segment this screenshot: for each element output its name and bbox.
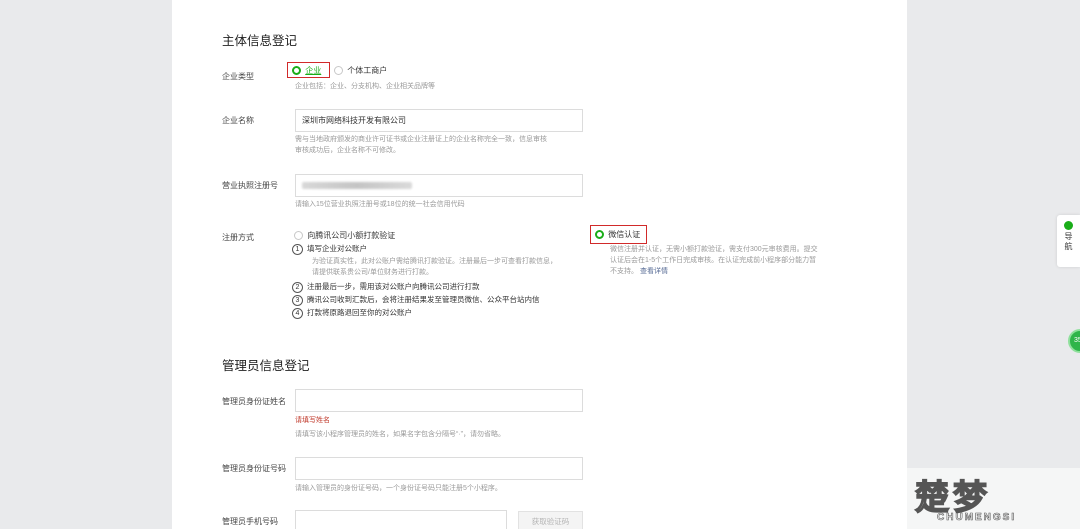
step-4: 4 打款将原路退回至你的对公账户 bbox=[292, 307, 412, 319]
license-input[interactable] bbox=[295, 174, 583, 197]
admin-name-label: 管理员身份证姓名 bbox=[222, 397, 286, 406]
company-type-hint: 企业包括：企业、分支机构、企业相关品牌等 bbox=[295, 83, 435, 90]
company-name-value: 深圳市网络科技开发有限公司 bbox=[302, 116, 406, 125]
admin-id-hint: 请输入管理员的身份证号码，一个身份证号码只能注册5个小程序。 bbox=[295, 485, 502, 492]
admin-section-title: 管理员信息登记 bbox=[222, 359, 310, 373]
license-blurred-value bbox=[302, 182, 412, 189]
step-number: 1 bbox=[292, 243, 303, 255]
registration-panel: 主体信息登记 企业类型 企业 个体工商户 企业包括：企业、分支机构、企业相关品牌… bbox=[172, 0, 907, 529]
company-name-input[interactable]: 深圳市网络科技开发有限公司 bbox=[295, 109, 583, 132]
guide-icon bbox=[1064, 221, 1073, 230]
step-2: 2 注册最后一步，需用该对公账户向腾讯公司进行打款 bbox=[292, 281, 480, 293]
company-name-label: 企业名称 bbox=[222, 116, 254, 125]
company-name-hint-1: 需与当地政府颁发的商业许可证书或企业注册证上的企业名称完全一致，信息审核 bbox=[295, 136, 547, 143]
radio-unselected-icon bbox=[334, 66, 343, 76]
radio-transfer-label: 向腾讯公司小额打款验证 bbox=[307, 231, 396, 240]
radio-selected-icon bbox=[595, 230, 604, 240]
guide-label-2: 航 bbox=[1064, 242, 1073, 251]
admin-name-input[interactable] bbox=[295, 389, 583, 412]
guide-label-1: 导 bbox=[1064, 232, 1073, 241]
license-label: 营业执照注册号 bbox=[222, 181, 278, 190]
step-1-desc-2: 请提供联系贵公司/单位财务进行打款。 bbox=[312, 269, 433, 276]
register-method-label: 注册方式 bbox=[222, 233, 254, 242]
radio-company[interactable]: 企业 bbox=[292, 65, 321, 76]
admin-phone-label: 管理员手机号码 bbox=[222, 517, 278, 526]
radio-individual-label: 个体工商户 bbox=[347, 66, 388, 75]
step-number: 4 bbox=[292, 307, 303, 319]
radio-transfer[interactable]: 向腾讯公司小额打款验证 bbox=[294, 230, 395, 241]
radio-selected-icon bbox=[292, 66, 301, 76]
step-number: 3 bbox=[292, 294, 303, 306]
company-name-hint-2: 审核成功后，企业名称不可修改。 bbox=[295, 147, 400, 154]
step-title: 腾讯公司收到汇款后，会将注册结果发至管理员微信、公众平台站内信 bbox=[307, 295, 540, 304]
admin-id-label: 管理员身份证号码 bbox=[222, 464, 286, 473]
wechat-desc-2: 认证后会在1-5个工作日完成审核。在认证完成前小程序部分能力暂 bbox=[610, 257, 817, 264]
wechat-desc-1: 微信注册并认证，无需小额打款验证，需支付300元审核费用。提交 bbox=[610, 246, 818, 253]
step-title: 注册最后一步，需用该对公账户向腾讯公司进行打款 bbox=[307, 282, 480, 291]
radio-individual[interactable]: 个体工商户 bbox=[334, 65, 387, 76]
radio-unselected-icon bbox=[294, 231, 303, 241]
step-1-desc-1: 为验证真实性，此对公账户需给腾讯打款验证。注册最后一步可查看打款信息， bbox=[312, 258, 557, 265]
wechat-desc-3-text: 不支持。 bbox=[610, 268, 638, 275]
wechat-details-link[interactable]: 查看详情 bbox=[640, 268, 668, 275]
watermark: 楚梦 CHUMENGSI bbox=[905, 468, 1080, 529]
step-1: 1 填写企业对公账户 bbox=[292, 243, 367, 255]
admin-id-input[interactable] bbox=[295, 457, 583, 480]
radio-wechat-label: 微信认证 bbox=[608, 230, 641, 239]
step-number: 2 bbox=[292, 281, 303, 293]
admin-name-error: 请填写姓名 bbox=[295, 417, 330, 424]
side-guide-tab[interactable]: 导 航 bbox=[1057, 215, 1080, 267]
entity-section-title: 主体信息登记 bbox=[222, 34, 298, 48]
radio-wechat[interactable]: 微信认证 bbox=[595, 229, 640, 240]
company-type-label: 企业类型 bbox=[222, 72, 254, 81]
get-code-button[interactable]: 获取验证码 bbox=[518, 511, 583, 529]
step-title: 打款将原路退回至你的对公账户 bbox=[307, 308, 412, 317]
license-hint: 请输入15位营业执照注册号或18位的统一社会信用代码 bbox=[295, 201, 465, 208]
admin-name-hint: 请填写该小程序管理员的姓名，如果名字包含分隔号“·”，请勿省略。 bbox=[295, 431, 505, 438]
admin-phone-input[interactable] bbox=[295, 510, 507, 529]
floating-badge-button[interactable]: 35 bbox=[1068, 329, 1080, 353]
wechat-desc-3: 不支持。 查看详情 bbox=[610, 266, 668, 277]
watermark-sub: CHUMENGSI bbox=[937, 512, 1017, 524]
step-3: 3 腾讯公司收到汇款后，会将注册结果发至管理员微信、公众平台站内信 bbox=[292, 294, 540, 306]
radio-company-label: 企业 bbox=[305, 66, 322, 75]
step-title: 填写企业对公账户 bbox=[307, 244, 367, 253]
